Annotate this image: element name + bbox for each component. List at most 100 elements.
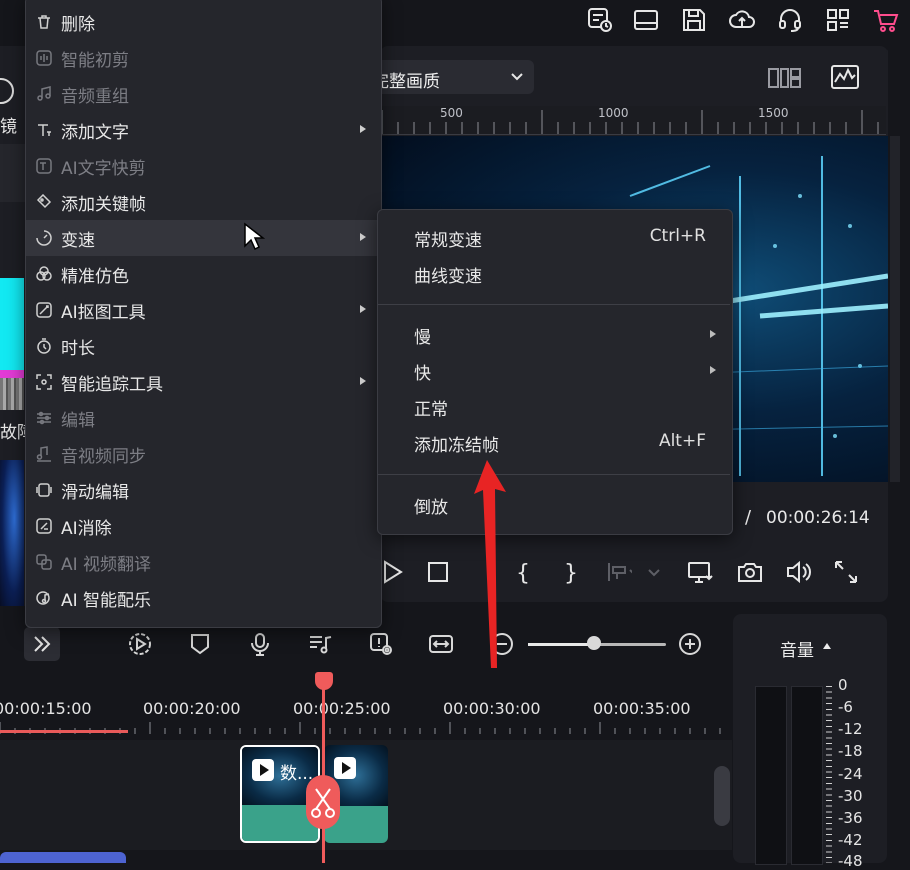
av-sync-icon	[36, 446, 52, 462]
submenu-item-freeze-frame[interactable]: 添加冻结帧 Alt+F	[378, 425, 730, 461]
waveform-scope-icon[interactable]	[830, 64, 860, 90]
task-list-icon[interactable]	[586, 6, 614, 34]
media-thumbnail-noise	[0, 378, 24, 410]
cloud-upload-icon[interactable]	[728, 6, 756, 34]
menu-item-ai-erase[interactable]: AI消除	[26, 508, 380, 544]
timeline-scrollbar[interactable]	[714, 766, 730, 826]
time-separator: /	[745, 507, 752, 528]
submenu-item-curve-speed[interactable]: 曲线变速	[378, 256, 730, 292]
fit-width-icon[interactable]	[428, 631, 454, 657]
menu-item-slide-edit[interactable]: 滑动编辑	[26, 472, 380, 508]
mark-in-icon[interactable]: {	[508, 558, 536, 586]
media-thumbnail-stripe	[0, 370, 24, 378]
menu-item-label: 编辑	[61, 411, 95, 431]
submenu-item-label: 添加冻结帧	[414, 436, 499, 456]
layout-icon[interactable]	[632, 6, 660, 34]
chevron-down-icon	[642, 558, 670, 586]
volume-scale-label: -12	[838, 720, 863, 738]
menu-item-ai-translate[interactable]: AI 视频翻译	[26, 544, 380, 580]
zoom-slider-handle[interactable]	[587, 636, 601, 650]
camera-snapshot-icon[interactable]	[736, 558, 764, 586]
play-circle-icon[interactable]	[127, 631, 153, 657]
stop-icon[interactable]	[424, 558, 452, 586]
timeline-time-mark: 00:00:20:00	[143, 699, 241, 718]
headset-support-icon[interactable]	[776, 6, 804, 34]
color-match-icon	[36, 266, 52, 282]
menu-item-label: 音频重组	[61, 87, 129, 107]
audio-clip[interactable]	[0, 852, 126, 863]
submenu-arrow-icon	[710, 330, 716, 338]
submenu-item-fast[interactable]: 快	[378, 353, 730, 389]
volume-scale-label: -48	[838, 852, 863, 870]
fullscreen-icon[interactable]	[832, 558, 860, 586]
mouse-cursor-icon	[243, 222, 265, 252]
display-output-icon[interactable]	[686, 558, 714, 586]
zoom-slider-fill	[528, 643, 594, 646]
menu-item-av-sync[interactable]: 音视频同步	[26, 436, 380, 472]
menu-item-color-match[interactable]: 精准仿色	[26, 256, 380, 292]
volume-scale-label: -24	[838, 765, 863, 783]
music-list-icon[interactable]	[307, 631, 333, 657]
volume-scale-label: -30	[838, 787, 863, 805]
volume-icon[interactable]	[784, 558, 812, 586]
panel-divider	[0, 144, 26, 202]
menu-item-ai-cutout[interactable]: AI抠图工具	[26, 292, 380, 328]
mark-out-icon[interactable]: }	[556, 558, 584, 586]
panel-tab-label[interactable]: 镜	[0, 112, 17, 137]
menu-item-ai-music[interactable]: AI 智能配乐	[26, 580, 380, 616]
ruler-label: 1500	[758, 106, 789, 120]
menu-item-label: 滑动编辑	[61, 483, 129, 503]
ruler-label: 500	[440, 106, 463, 120]
menu-item-smart-trim[interactable]: 智能初剪	[26, 40, 380, 76]
grid-apps-icon[interactable]	[824, 6, 852, 34]
submenu-arrow-icon	[360, 125, 366, 133]
menu-item-add-text[interactable]: 添加文字	[26, 112, 380, 148]
menu-item-smart-tracking[interactable]: 智能追踪工具	[26, 364, 380, 400]
menu-item-duration[interactable]: 时长	[26, 328, 380, 364]
save-icon[interactable]	[680, 6, 708, 34]
expand-toolbar-button[interactable]	[24, 627, 60, 661]
play-icon[interactable]	[378, 558, 406, 586]
view-layout-icon[interactable]	[768, 66, 802, 90]
speed-icon	[36, 230, 52, 246]
menu-item-add-keyframe[interactable]: 添加关键帧	[26, 184, 380, 220]
menu-item-edit[interactable]: 编辑	[26, 400, 380, 436]
timeline-time-mark: 00:00:15:00	[0, 699, 92, 718]
submenu-item-reverse[interactable]: 倒放	[378, 487, 730, 523]
caret-up-icon[interactable]	[823, 643, 831, 649]
submenu-arrow-icon	[710, 366, 716, 374]
timeline-toolbar	[0, 626, 732, 666]
volume-scale-label: -18	[838, 742, 863, 760]
microphone-icon[interactable]	[247, 631, 273, 657]
submenu-item-slow[interactable]: 慢	[378, 317, 730, 353]
menu-item-label: 添加文字	[61, 123, 129, 143]
submenu-item-normal-speed[interactable]: 常规变速 Ctrl+R	[378, 220, 730, 256]
cart-icon[interactable]	[872, 6, 900, 34]
svg-text:}: }	[564, 561, 578, 586]
menu-item-audio-remix[interactable]: 音频重组	[26, 76, 380, 112]
submenu-item-normal[interactable]: 正常	[378, 389, 730, 425]
volume-scale-label: -42	[838, 831, 863, 849]
submenu-item-label: 常规变速	[414, 231, 482, 251]
cutout-icon	[36, 302, 52, 318]
render-range-bar	[0, 730, 128, 733]
menu-item-delete[interactable]: 删除	[26, 4, 380, 40]
menu-item-label: 删除	[61, 15, 95, 35]
slide-edit-icon	[36, 482, 52, 498]
scissors-split-icon[interactable]	[306, 775, 340, 829]
marker-shield-icon[interactable]	[187, 631, 213, 657]
menu-item-label: 智能初剪	[61, 51, 129, 71]
edge-strip	[890, 136, 900, 482]
menu-item-speed[interactable]: 变速	[26, 220, 380, 256]
ai-preview-icon[interactable]	[368, 631, 394, 657]
tracking-icon	[36, 374, 52, 390]
translate-icon	[36, 554, 52, 570]
sliders-icon	[36, 410, 52, 426]
play-icon	[252, 759, 274, 781]
zoom-in-icon[interactable]	[677, 631, 703, 657]
volume-title[interactable]: 音量	[780, 636, 814, 661]
media-thumbnail[interactable]	[0, 460, 24, 606]
menu-item-ai-text-edit[interactable]: AI文字快剪	[26, 148, 380, 184]
media-thumbnail[interactable]	[0, 278, 24, 370]
volume-meter-left	[755, 686, 787, 865]
